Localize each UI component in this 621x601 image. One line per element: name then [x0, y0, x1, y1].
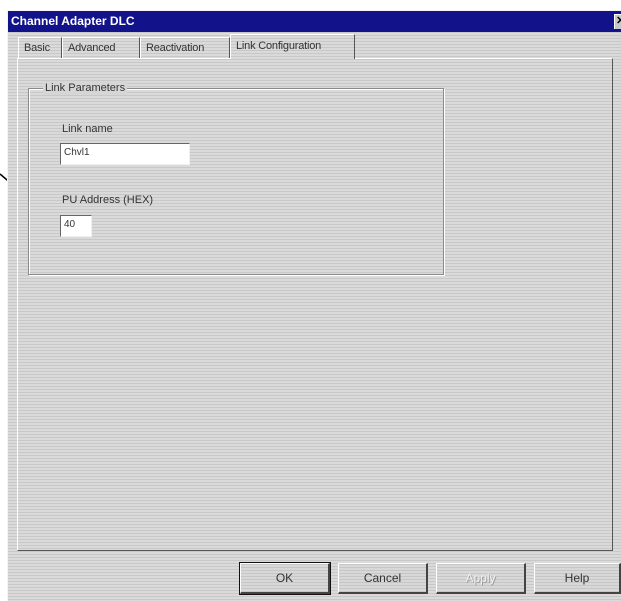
pu-address-label: PU Address (HEX): [62, 194, 154, 206]
ok-button[interactable]: OK: [239, 562, 331, 595]
cancel-button[interactable]: Cancel: [338, 563, 428, 594]
help-button[interactable]: Help: [534, 563, 621, 594]
link-parameters-group: [28, 88, 444, 275]
close-button[interactable]: ✕: [614, 14, 621, 29]
tab-basic[interactable]: Basic: [18, 37, 62, 58]
title-bar[interactable]: Channel Adapter DLC ✕: [8, 11, 621, 32]
close-icon: ✕: [615, 15, 621, 28]
link-name-label: Link name: [62, 123, 113, 135]
pu-address-input[interactable]: 40: [60, 215, 92, 237]
tab-reactivation[interactable]: Reactivation: [140, 37, 230, 58]
tab-link-configuration[interactable]: Link Configuration: [230, 34, 355, 59]
group-legend: Link Parameters: [43, 81, 128, 95]
tab-advanced[interactable]: Advanced: [62, 37, 140, 58]
apply-button[interactable]: Apply: [436, 563, 526, 594]
link-name-input[interactable]: Chvl1: [60, 143, 190, 165]
window-title: Channel Adapter DLC: [11, 14, 135, 28]
